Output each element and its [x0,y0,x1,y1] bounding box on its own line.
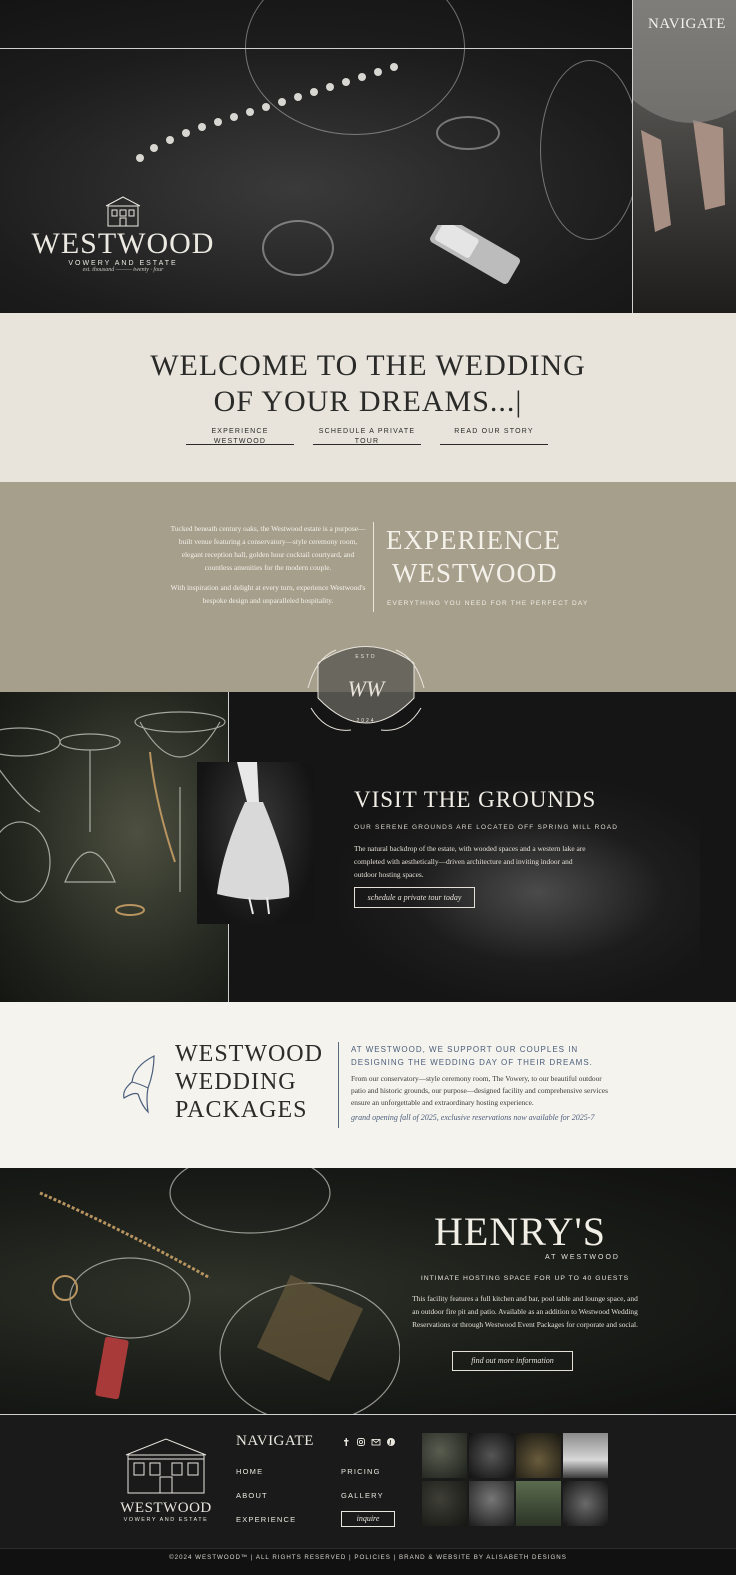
grounds-subtitle: OUR SERENE GROUNDS ARE LOCATED OFF SPRIN… [354,824,619,831]
hero-logo[interactable]: WESTWOOD VOWERY AND ESTATE est. thousand… [28,194,218,284]
glass-stem-decoration [540,60,640,240]
bride-silhouette-illustration [217,762,290,915]
gallery-thumb-2[interactable] [469,1433,514,1478]
hero-logo-wordmark: WESTWOOD [31,227,215,260]
footer-house-icon [125,1438,207,1494]
packages-body: From our conservatory—style ceremony roo… [351,1074,608,1107]
read-our-story-link[interactable]: READ OUR STORY [440,427,548,445]
footer-link-about[interactable]: ABOUT [236,1491,268,1500]
navigate-button[interactable]: NAVIGATE [648,16,726,33]
packages-title-line3: PACKAGES [175,1097,308,1123]
hero-logo-tagline: VOWERY AND ESTATE [68,260,178,267]
experience-paragraph-2: With inspiration and delight at every tu… [170,583,366,605]
experience-divider [373,522,374,612]
grounds-title: VISIT THE GROUNDS [354,787,597,812]
hero-top-rule [0,48,632,49]
packages-title-line2: WEDDING [175,1069,297,1095]
glassware-illustration [0,711,226,916]
gallery-thumb-8[interactable] [563,1481,608,1526]
email-icon[interactable] [371,1437,381,1447]
gallery-thumb-4[interactable] [563,1433,608,1478]
welcome-heading: WELCOME TO THE WEDDING OF YOUR DREAMS...… [0,348,736,420]
footer-logo[interactable]: WESTWOOD VOWERY AND ESTATE [120,1433,212,1533]
footer-logo-tagline: VOWERY AND ESTATE [123,1517,209,1523]
welcome-heading-line1: WELCOME TO THE WEDDING [150,349,586,382]
experience-subtitle: EVERYTHING YOU NEED FOR THE PERFECT DAY [387,600,589,607]
experience-paragraph-1: Tucked beneath century oaks, the Westwoo… [170,524,366,572]
packages-divider [338,1042,339,1128]
gallery-thumb-5[interactable] [422,1481,467,1526]
hero-side-photo [633,0,736,313]
packages-lead: AT WESTWOOD, WE SUPPORT OUR COUPLES IN D… [351,1045,593,1067]
henrys-body: This facility features a full kitchen an… [412,1294,638,1329]
engagement-ring-decoration [262,220,334,276]
henrys-glassware-illustration [39,1168,400,1414]
facebook-icon[interactable] [341,1437,351,1447]
bride-shoes-illustration [633,0,736,232]
gallery-thumb-6[interactable] [469,1481,514,1526]
welcome-heading-line2: OF YOUR DREAMS...| [213,385,523,418]
footer-link-pricing[interactable]: PRICING [341,1467,381,1476]
inquire-button[interactable]: inquire [341,1511,395,1527]
crest-estd-label: ESTD [355,654,376,660]
gallery-thumb-1[interactable] [422,1433,467,1478]
schedule-tour-button[interactable]: schedule a private tour today [354,887,475,908]
find-out-more-button[interactable]: find out more information [452,1351,573,1371]
bride-dress-photo [197,762,314,924]
henrys-subtitle: INTIMATE HOSTING SPACE FOR UP TO 40 GUES… [420,1275,630,1282]
pearl-bracelet-decoration [136,63,398,162]
instagram-icon[interactable] [356,1437,366,1447]
hero-logo-established: est. thousand ——— twenty · four [82,267,164,273]
packages-title-line1: WESTWOOD [175,1041,323,1067]
ring-decoration [436,116,500,150]
footer-link-experience[interactable]: EXPERIENCE [236,1515,296,1524]
schedule-tour-link[interactable]: SCHEDULE A PRIVATE TOUR [313,427,421,445]
henrys-section: HENRY'S AT WESTWOOD INTIMATE HOSTING SPA… [0,1168,736,1414]
footer: WESTWOOD VOWERY AND ESTATE NAVIGATE HOME… [0,1414,736,1548]
footer-logo-wordmark: WESTWOOD [120,1500,212,1516]
packages-title: WESTWOOD WEDDING PACKAGES [175,1040,323,1124]
wedding-packages-section: WESTWOOD WEDDING PACKAGES AT WESTWOOD, W… [0,1002,736,1168]
experience-title: EXPERIENCE WESTWOOD [386,524,561,590]
crest-year-label: 2024 [356,718,375,724]
lipstick-decoration [429,225,521,285]
packages-opening-note: grand opening fall of 2025, exclusive re… [351,1113,595,1122]
footer-link-gallery[interactable]: GALLERY [341,1491,384,1500]
gallery-thumb-3[interactable] [516,1433,561,1478]
welcome-section: WELCOME TO THE WEDDING OF YOUR DREAMS...… [0,313,736,482]
champagne-glasses-photo [0,692,228,1002]
experience-title-line1: EXPERIENCE [386,525,561,555]
experience-description: Tucked beneath century oaks, the Westwoo… [170,522,366,614]
bird-icon [123,1055,155,1114]
henrys-title: HENRY'S [433,1209,607,1254]
experience-westwood-link[interactable]: EXPERIENCE WESTWOOD [186,427,294,445]
crest-emblem: ESTD WW 2024 [307,646,425,731]
footer-link-home[interactable]: HOME [236,1467,263,1476]
crest-monogram: WW [348,676,386,701]
footer-navigate-title: NAVIGATE [236,1433,314,1449]
henrys-at-westwood: AT WESTWOOD [544,1254,620,1261]
gallery-thumb-7[interactable] [516,1481,561,1526]
pinterest-icon[interactable] [386,1437,396,1447]
grounds-body: The natural backdrop of the estate, with… [354,844,586,879]
house-logo-icon [105,196,141,227]
hero-section: NAVIGATE WESTWOOD VOWERY AND ESTATE est.… [0,0,736,313]
experience-title-line2: WESTWOOD [392,558,558,588]
copyright-bar: ©2024 WESTWOOD™ | ALL RIGHTS RESERVED | … [0,1548,736,1575]
